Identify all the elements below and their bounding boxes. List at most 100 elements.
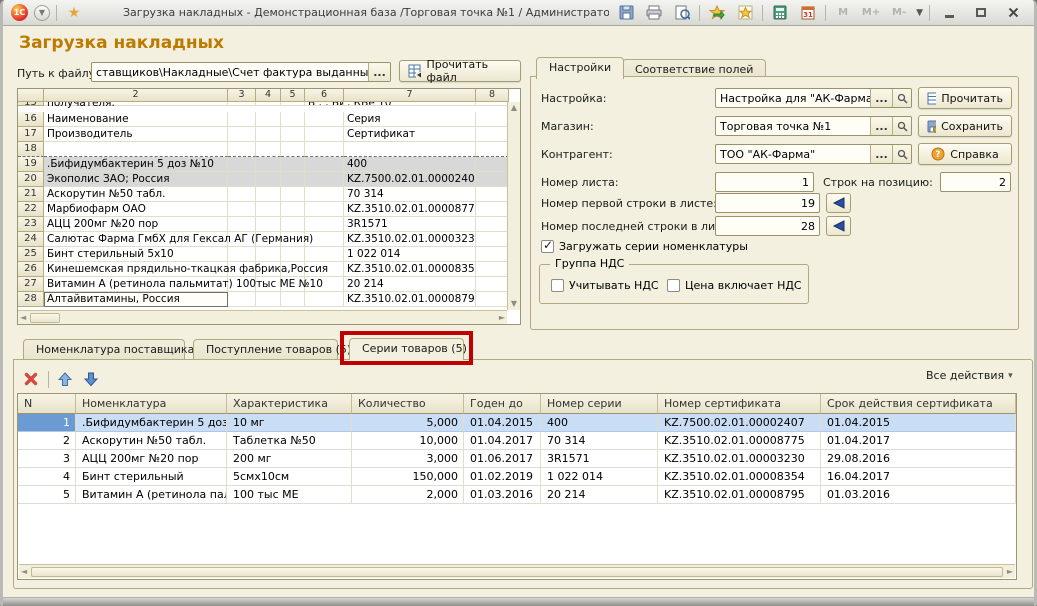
table-row[interactable]: 4 Бинт стерильный 5смх10см 150,000 01.02… xyxy=(18,468,1016,486)
sheet-cell[interactable]: Производитель xyxy=(44,127,228,142)
sheet-cell[interactable] xyxy=(256,102,281,106)
sheet-cell[interactable] xyxy=(281,247,305,262)
vat-account-checkbox[interactable]: Учитывать НДС xyxy=(551,279,659,292)
scroll-left-icon[interactable]: ◄ xyxy=(19,566,29,578)
sheet-cell[interactable]: KZ.3510.02.01.00008775 xyxy=(344,202,476,217)
sheet-cell[interactable] xyxy=(228,217,256,232)
sheet-cell[interactable] xyxy=(228,202,256,217)
sheet-cell[interactable] xyxy=(305,112,344,127)
pick-first-row-button[interactable] xyxy=(826,193,851,213)
contragent-browse-button[interactable]: ... xyxy=(870,145,892,163)
sheet-cell[interactable] xyxy=(476,247,509,262)
col-header-series-number[interactable]: Номер серии xyxy=(541,394,658,414)
all-actions-button[interactable]: Все действия ▾ xyxy=(926,369,1013,382)
sheet-vertical-scrollbar[interactable]: ▲ ▼ xyxy=(507,102,520,310)
first-row-input[interactable]: 19 xyxy=(715,193,820,213)
shop-browse-button[interactable]: ... xyxy=(870,117,892,135)
sheet-cell[interactable] xyxy=(305,142,344,157)
system-menu-icon[interactable]: ▼ xyxy=(34,5,50,21)
sheet-col-header[interactable]: 6 xyxy=(305,89,344,102)
favorites-star-icon[interactable]: ★ xyxy=(63,3,85,23)
sheet-cell[interactable] xyxy=(476,277,509,292)
sheet-cell[interactable] xyxy=(476,217,509,232)
sheet-cell[interactable]: Наименование xyxy=(44,112,228,127)
sheet-row-number[interactable]: 24 xyxy=(18,232,44,247)
print-icon[interactable] xyxy=(643,3,665,23)
sheet-cell[interactable]: KZ.3510.02.01.00008795 xyxy=(344,292,476,307)
sheet-row-number[interactable]: 16 xyxy=(18,112,44,127)
sheet-cell[interactable] xyxy=(305,217,344,232)
sheet-cell[interactable] xyxy=(256,247,281,262)
sheet-col-header[interactable]: 7 xyxy=(344,89,476,102)
sheet-cell[interactable] xyxy=(228,187,256,202)
sheet-cell[interactable]: Экополис ЗАО; Россия xyxy=(44,172,228,187)
sheet-cell[interactable] xyxy=(281,172,305,187)
read-file-button[interactable]: Прочитать файл xyxy=(399,60,521,82)
sheet-cell[interactable] xyxy=(281,127,305,142)
scroll-right-icon[interactable]: ► xyxy=(497,312,507,324)
sheet-cell[interactable] xyxy=(228,127,256,142)
sheet-cell[interactable] xyxy=(256,292,281,307)
save-icon[interactable] xyxy=(615,3,637,23)
sheet-cell[interactable] xyxy=(476,187,509,202)
col-header-certificate-validity[interactable]: Срок действия сертификата xyxy=(821,394,1016,414)
move-up-button[interactable] xyxy=(53,368,77,390)
add-favorite-icon[interactable] xyxy=(734,3,756,23)
sheet-cell[interactable]: Сертификат xyxy=(344,127,476,142)
sheet-cell[interactable] xyxy=(476,127,509,142)
setting-lookup-icon[interactable] xyxy=(892,89,911,107)
sheet-cell[interactable] xyxy=(476,232,509,247)
sheet-row-number[interactable]: 22 xyxy=(18,202,44,217)
col-header-nomenclature[interactable]: Номенклатура xyxy=(76,394,227,414)
sheet-cell[interactable]: 1 022 014 xyxy=(344,247,476,262)
sheet-cell[interactable] xyxy=(305,187,344,202)
sheet-row-number[interactable]: 15 xyxy=(18,102,44,106)
print-preview-icon[interactable] xyxy=(671,3,693,23)
sheet-cell[interactable]: .Бифидумбактерин 5 доз №10 xyxy=(44,157,228,172)
sheet-cell[interactable]: Марбиофарм ОАО xyxy=(44,202,228,217)
go-to-favorites-icon[interactable] xyxy=(706,3,728,23)
sheet-col-header[interactable]: 4 xyxy=(256,89,281,102)
sheet-cell[interactable]: Бинт стерильный 5х10 xyxy=(44,247,228,262)
sheet-cell[interactable] xyxy=(256,217,281,232)
calendar-icon[interactable]: 31 xyxy=(797,3,819,23)
sheet-cell[interactable] xyxy=(281,102,305,106)
sheet-cell[interactable] xyxy=(476,292,509,307)
file-path-input[interactable]: ставщиков\Накладные\Счет фактура выданны… xyxy=(91,62,391,82)
sheet-cell[interactable] xyxy=(256,202,281,217)
sheet-col-header[interactable]: 3 xyxy=(228,89,256,102)
scrollbar-thumb[interactable] xyxy=(30,313,60,323)
sheet-cell[interactable] xyxy=(281,112,305,127)
sheet-cell[interactable] xyxy=(476,142,509,157)
sheet-row-number[interactable]: 19 xyxy=(18,157,44,172)
save-settings-button[interactable]: Сохранить xyxy=(918,115,1012,137)
sheet-cell[interactable]: 20 214 xyxy=(344,277,476,292)
sheet-row-number[interactable]: 25 xyxy=(18,247,44,262)
sheet-cell[interactable]: получателя. xyxy=(44,102,228,106)
calculator-icon[interactable] xyxy=(769,3,791,23)
col-header-quantity[interactable]: Количество xyxy=(352,394,464,414)
scroll-down-icon[interactable]: ▼ xyxy=(509,298,519,310)
contragent-input[interactable]: ТОО "АК-Фарма" ... xyxy=(715,144,912,164)
sheet-row-number[interactable]: 23 xyxy=(18,217,44,232)
sheet-cell[interactable] xyxy=(476,102,509,106)
sheet-cell[interactable] xyxy=(256,112,281,127)
sheet-cell[interactable] xyxy=(228,247,256,262)
shop-input[interactable]: Торговая точка №1 ... xyxy=(715,116,912,136)
sheet-cell[interactable]: KZ.3510.02.01.00003230 xyxy=(344,232,476,247)
sheet-cell[interactable] xyxy=(228,157,256,172)
last-row-input[interactable]: 28 xyxy=(715,216,820,236)
sheet-row-number[interactable]: 18 xyxy=(18,142,44,157)
table-row[interactable]: 1 .Бифидумбактерин 5 доз ... 10 мг 5,000… xyxy=(18,414,1016,432)
sheet-cell[interactable] xyxy=(305,202,344,217)
contragent-lookup-icon[interactable] xyxy=(892,145,911,163)
tab-supplier-nomenclature[interactable]: Номенклатура поставщика xyxy=(23,339,185,359)
col-header-n[interactable]: N xyxy=(18,394,76,414)
read-settings-button[interactable]: Прочитать xyxy=(918,87,1012,109)
move-down-button[interactable] xyxy=(79,368,103,390)
sheet-cell[interactable]: KZ.7500.02.01.00002407 xyxy=(344,172,476,187)
table-row[interactable]: 3 АЦЦ 200мг №20 пор 200 мг 3,000 01.06.2… xyxy=(18,450,1016,468)
sheet-cell[interactable]: , КБе 10 xyxy=(344,102,476,106)
sheet-cell[interactable] xyxy=(476,157,509,172)
tab-settings[interactable]: Настройки xyxy=(536,57,624,79)
